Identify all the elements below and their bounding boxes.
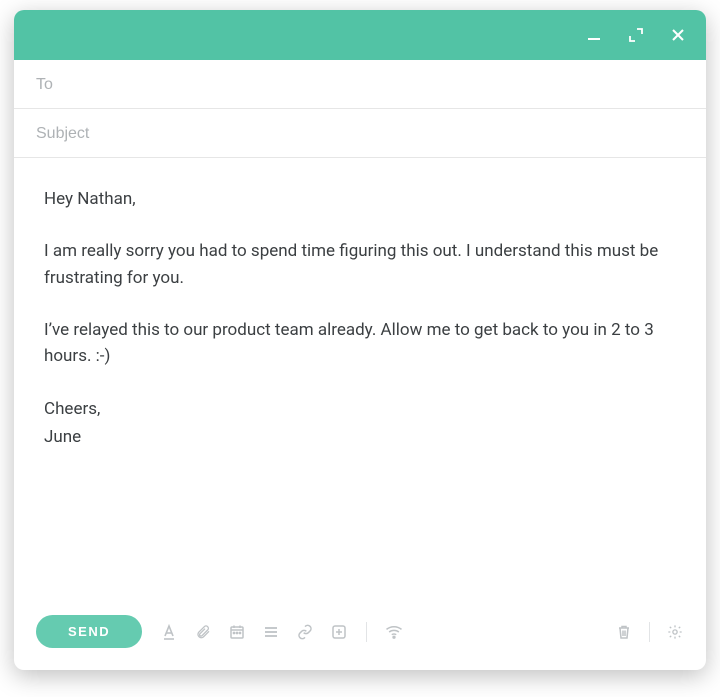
close-button[interactable] — [668, 25, 688, 45]
trash-icon[interactable] — [615, 623, 633, 641]
text-format-icon[interactable] — [160, 623, 178, 641]
connection-group — [385, 623, 403, 641]
body-paragraph: I’ve relayed this to our product team al… — [44, 317, 676, 370]
compose-toolbar: SEND — [14, 601, 706, 670]
list-icon[interactable] — [262, 623, 280, 641]
message-body[interactable]: Hey Nathan, I am really sorry you had to… — [14, 158, 706, 601]
settings-icon[interactable] — [666, 623, 684, 641]
calendar-icon[interactable] — [228, 623, 246, 641]
body-greeting: Hey Nathan, — [44, 186, 676, 212]
toolbar-divider — [649, 622, 650, 642]
wifi-icon[interactable] — [385, 623, 403, 641]
compose-window: Hey Nathan, I am really sorry you had to… — [14, 10, 706, 670]
header-fields — [14, 60, 706, 158]
body-signoff: Cheers, — [44, 396, 676, 422]
send-button[interactable]: SEND — [36, 615, 142, 648]
format-group — [160, 623, 348, 641]
subject-input[interactable] — [36, 125, 684, 143]
link-icon[interactable] — [296, 623, 314, 641]
insert-icon[interactable] — [330, 623, 348, 641]
body-paragraph: I am really sorry you had to spend time … — [44, 238, 676, 291]
expand-button[interactable] — [626, 25, 646, 45]
toolbar-divider — [366, 622, 367, 642]
body-signature-name: June — [44, 424, 676, 450]
subject-row — [14, 109, 706, 158]
minimize-button[interactable] — [584, 25, 604, 45]
right-group — [615, 622, 684, 642]
attach-icon[interactable] — [194, 623, 212, 641]
titlebar — [14, 10, 706, 60]
to-row — [14, 60, 706, 109]
to-input[interactable] — [36, 76, 684, 94]
